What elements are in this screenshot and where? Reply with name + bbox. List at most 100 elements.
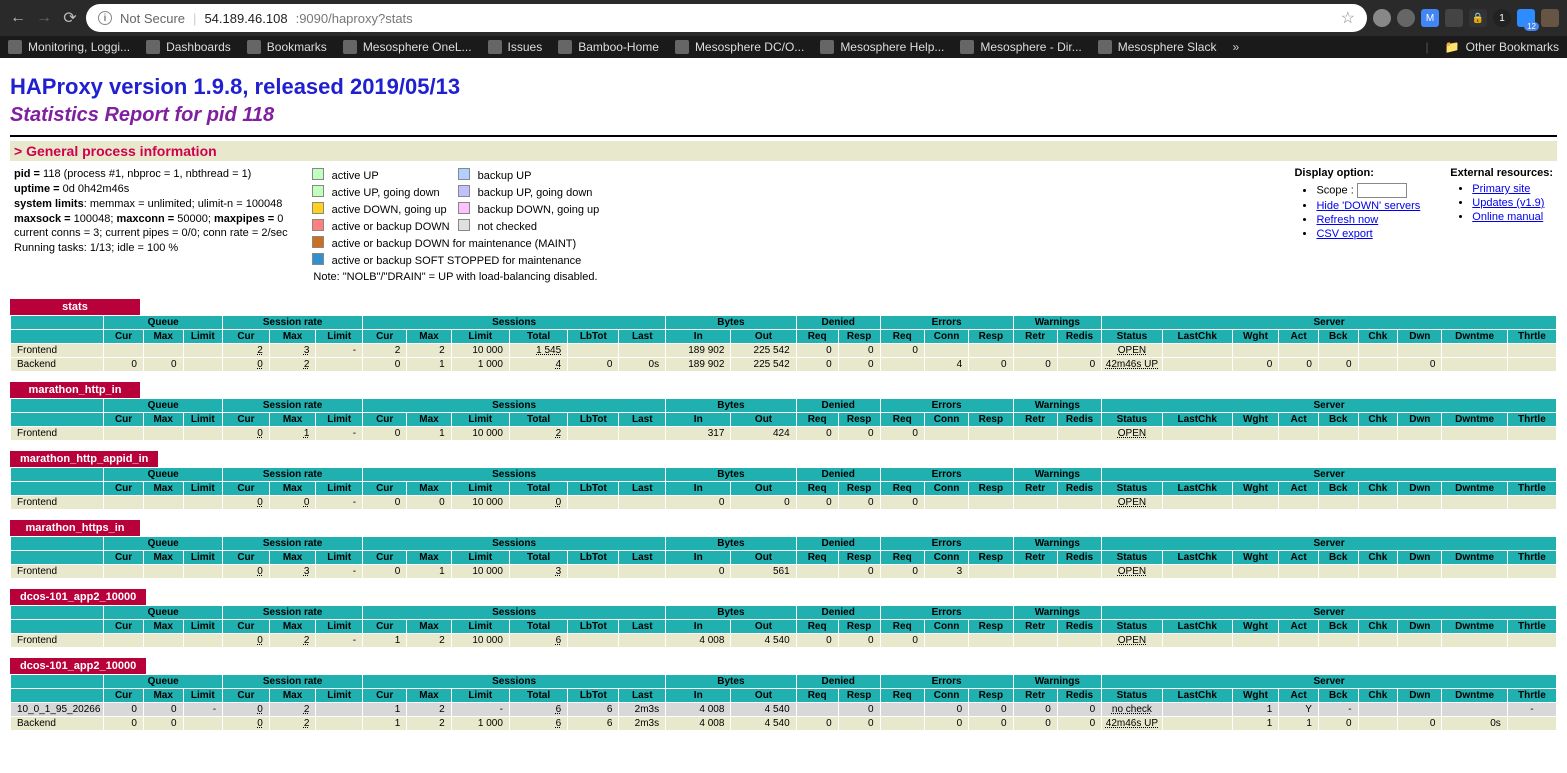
col-header: Req <box>796 330 838 344</box>
ext-icon[interactable]: 🔒 <box>1469 9 1487 27</box>
cell <box>1057 344 1101 358</box>
col-header: Last <box>619 689 666 703</box>
col-group-header: Warnings <box>1013 316 1102 330</box>
bookmark-item[interactable]: Mesosphere OneL... <box>343 40 472 54</box>
col-header: Dwn <box>1398 482 1442 496</box>
row-name[interactable]: Frontend <box>11 427 104 441</box>
col-header: Max <box>407 551 451 565</box>
cell: 10 000 <box>451 565 509 579</box>
col-header: Bck <box>1318 551 1358 565</box>
cell: 2 <box>407 344 451 358</box>
table-row: Frontend02-1210 00064 0084 540000OPEN <box>11 634 1557 648</box>
bookmark-item[interactable]: Bamboo-Home <box>558 40 659 54</box>
info-icon: i <box>98 11 112 25</box>
other-bookmarks[interactable]: 📁 Other Bookmarks <box>1445 40 1559 54</box>
ext-icon[interactable]: 12 <box>1517 9 1535 27</box>
proxy-table: QueueSession rateSessionsBytesDeniedErro… <box>10 467 1557 510</box>
col-group-header: Sessions <box>363 606 666 620</box>
col-header: LbTot <box>568 330 619 344</box>
ext-icon[interactable] <box>1373 9 1391 27</box>
reload-button[interactable]: ⟳ <box>60 8 80 28</box>
external-resources: External resources: Primary site Updates… <box>1450 167 1553 242</box>
row-name[interactable]: Frontend <box>11 496 104 510</box>
cell <box>1162 496 1232 510</box>
col-header: Cur <box>363 482 407 496</box>
col-header: Status <box>1102 551 1163 565</box>
cell: 0 <box>1057 717 1101 731</box>
row-name[interactable]: Backend <box>11 358 104 372</box>
bookmark-icon <box>1098 40 1112 54</box>
star-icon[interactable]: ☆ <box>1341 8 1355 28</box>
manual-link[interactable]: Online manual <box>1472 211 1543 223</box>
cell: 0 <box>363 358 407 372</box>
col-header: Last <box>619 330 666 344</box>
row-name[interactable]: Frontend <box>11 344 104 358</box>
col-header: Cur <box>363 413 407 427</box>
cell: 0 <box>1232 358 1279 372</box>
scope-input[interactable] <box>1357 183 1407 198</box>
col-header: Out <box>731 413 796 427</box>
col-header: Thrtle <box>1507 689 1556 703</box>
cell <box>1013 634 1057 648</box>
cell: 0 <box>1398 358 1442 372</box>
cell: 0 <box>223 634 270 648</box>
row-name[interactable]: Frontend <box>11 634 104 648</box>
cell: 0s <box>619 358 666 372</box>
csv-export-link[interactable]: CSV export <box>1316 228 1372 240</box>
cell: Y <box>1279 703 1319 717</box>
primary-site-link[interactable]: Primary site <box>1472 183 1530 195</box>
cell: 6 <box>568 703 619 717</box>
ext-icon[interactable] <box>1445 9 1463 27</box>
cell: 0 <box>223 703 270 717</box>
forward-button[interactable]: → <box>34 9 54 27</box>
bookmark-item[interactable]: Mesosphere Help... <box>820 40 944 54</box>
divider <box>10 135 1557 137</box>
col-header: Redis <box>1057 620 1101 634</box>
row-name[interactable]: Backend <box>11 717 104 731</box>
bookmark-item[interactable]: Issues <box>488 40 543 54</box>
col-header: Total <box>509 551 567 565</box>
col-header: Limit <box>451 551 509 565</box>
cell: 2 <box>509 427 567 441</box>
col-header: Wght <box>1232 689 1279 703</box>
bookmark-item[interactable]: Mesosphere DC/O... <box>675 40 804 54</box>
cell <box>568 634 619 648</box>
ext-icon[interactable] <box>1397 9 1415 27</box>
bookmark-item[interactable]: Mesosphere - Dir... <box>960 40 1081 54</box>
cell <box>316 703 363 717</box>
col-header: Resp <box>838 689 880 703</box>
folder-icon: 📁 <box>1445 40 1460 54</box>
avatar[interactable] <box>1541 9 1559 27</box>
bookmark-item[interactable]: Dashboards <box>146 40 231 54</box>
cell: 10 000 <box>451 344 509 358</box>
back-button[interactable]: ← <box>8 9 28 27</box>
bookmark-item[interactable]: Monitoring, Loggi... <box>8 40 130 54</box>
ext-icon[interactable]: 1 <box>1493 9 1511 27</box>
cell: 1 000 <box>451 717 509 731</box>
col-header: Max <box>143 413 183 427</box>
col-header: Retr <box>1013 413 1057 427</box>
url-bar[interactable]: i Not Secure | 54.189.46.108:9090/haprox… <box>86 4 1367 32</box>
bookmark-item[interactable]: Mesosphere Slack <box>1098 40 1217 54</box>
col-header: Conn <box>924 482 968 496</box>
bookmark-item[interactable]: Bookmarks <box>247 40 327 54</box>
hide-down-link[interactable]: Hide 'DOWN' servers <box>1316 200 1420 212</box>
col-header: Limit <box>183 413 223 427</box>
ext-icon[interactable]: M <box>1421 9 1439 27</box>
col-group-header: Denied <box>796 675 880 689</box>
col-header: Out <box>731 330 796 344</box>
col-header: Limit <box>316 482 363 496</box>
refresh-link[interactable]: Refresh now <box>1316 214 1378 226</box>
col-group-header: Warnings <box>1013 537 1102 551</box>
row-name[interactable]: 10_0_1_95_20266 <box>11 703 104 717</box>
cell <box>1398 344 1442 358</box>
cell: 189 902 <box>666 344 731 358</box>
bookmarks-overflow[interactable]: » <box>1232 40 1239 54</box>
col-group-header: Denied <box>796 468 880 482</box>
col-header: Resp <box>838 413 880 427</box>
cell <box>183 634 223 648</box>
row-name[interactable]: Frontend <box>11 565 104 579</box>
cell: - <box>316 427 363 441</box>
updates-link[interactable]: Updates (v1.9) <box>1472 197 1544 209</box>
page-content: HAProxy version 1.9.8, released 2019/05/… <box>0 58 1567 737</box>
